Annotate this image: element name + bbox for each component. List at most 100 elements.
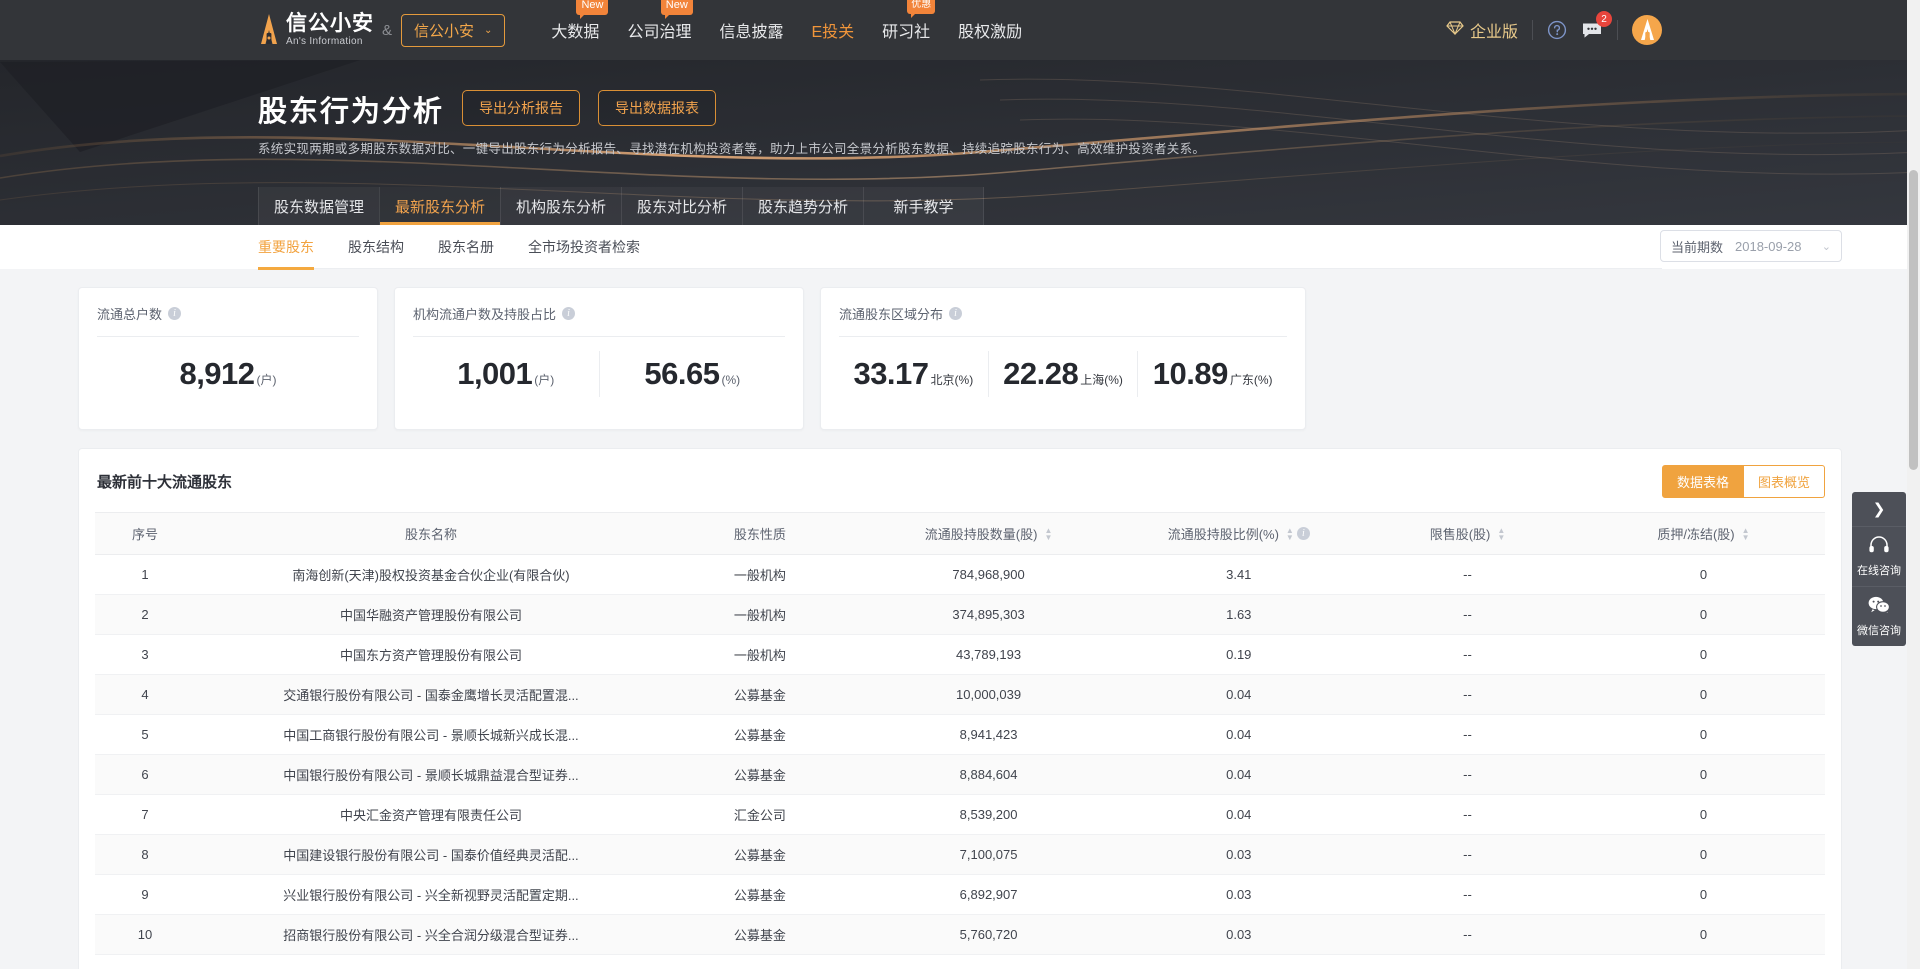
cell-shares-ratio: 3.41 [1124, 554, 1354, 595]
enterprise-edition-button[interactable]: 企业版 [1446, 18, 1518, 42]
cell-shareholder-name: 交通银行股份有限公司 - 国泰金鹰增长灵活配置混... [195, 674, 667, 715]
table-row[interactable]: 10 招商银行股份有限公司 - 兴全合润分级混合型证券... 公募基金 5,76… [95, 914, 1825, 955]
vertical-scrollbar-track[interactable] [1907, 0, 1920, 969]
info-icon[interactable]: i [168, 307, 182, 320]
period-selector[interactable]: 当前期数 2018-09-28 ⌄ [1660, 230, 1842, 262]
table-row[interactable]: 6 中国银行股份有限公司 - 景顺长城鼎益混合型证券... 公募基金 8,884… [95, 754, 1825, 795]
info-icon[interactable]: i [1296, 527, 1310, 540]
subtab-market-investor-search[interactable]: 全市场投资者检索 [528, 225, 640, 269]
table-row[interactable]: 3 中国东方资产管理股份有限公司 一般机构 43,789,193 0.19 --… [95, 634, 1825, 675]
column-label: 流通股持股数量(股) [924, 527, 1038, 542]
cell-shareholder-type: 汇金公司 [666, 794, 853, 835]
period-value: 2018-09-28 [1735, 238, 1802, 254]
chevron-down-icon: ⌄ [1821, 240, 1831, 253]
export-analysis-report-button[interactable]: 导出分析报告 [462, 90, 581, 126]
metric-unit: (%) [721, 373, 741, 387]
column-header-shareholder-name: 股东名称 [195, 512, 667, 555]
view-mode-chart-button[interactable]: 图表概览 [1743, 465, 1825, 498]
product-select[interactable]: 信公小安 ⌄ [401, 13, 506, 47]
messages-icon[interactable]: 2 [1581, 11, 1612, 40]
column-header-restricted-shares[interactable]: 限售股(股) ▲ ▼ [1353, 512, 1582, 555]
cell-restricted-shares: -- [1353, 914, 1582, 955]
export-data-report-button[interactable]: 导出数据报表 [598, 90, 717, 126]
tab-beginner-tutorial[interactable]: 新手教学 [863, 187, 984, 225]
info-icon[interactable]: i [949, 307, 963, 320]
menu-item-governance[interactable]: New 公司治理 [625, 0, 693, 46]
cell-shareholder-type: 公募基金 [666, 754, 853, 795]
menu-item-label: 公司治理 [627, 24, 692, 41]
column-header-shares-ratio[interactable]: 流通股持股比例(%) ▲ ▼ i [1124, 512, 1354, 555]
nav-divider [1532, 20, 1533, 40]
sort-icon[interactable]: ▲ ▼ [1742, 526, 1750, 541]
metric-value: 33.17 [853, 356, 929, 391]
menu-item-equity-incentive[interactable]: 股权激励 [956, 14, 1024, 46]
cell-shareholder-type: 一般机构 [666, 634, 853, 675]
table-row[interactable]: 4 交通银行股份有限公司 - 国泰金鹰增长灵活配置混... 公募基金 10,00… [95, 674, 1825, 715]
info-icon[interactable]: i [562, 307, 576, 320]
table-row[interactable]: 7 中央汇金资产管理有限责任公司 汇金公司 8,539,200 0.04 -- … [95, 794, 1825, 835]
sort-icon[interactable]: ▲ ▼ [1044, 526, 1052, 541]
rail-item-online-consult[interactable]: 在线咨询 [1852, 526, 1906, 586]
help-icon[interactable] [1547, 20, 1567, 40]
table-row[interactable]: 8 中国建设银行股份有限公司 - 国泰价值经典灵活配... 公募基金 7,100… [95, 834, 1825, 875]
table-body: 1 南海创新(天津)股权投资基金合伙企业(有限合伙) 一般机构 784,968,… [95, 554, 1825, 955]
metric: 33.17 北京(%) [839, 356, 988, 392]
column-header-shares-held[interactable]: 流通股持股数量(股) ▲ ▼ [852, 512, 1125, 555]
tab-shareholder-trend-analysis[interactable]: 股东趋势分析 [742, 187, 863, 225]
cell-shares-held: 10,000,039 [852, 674, 1125, 715]
hero-inner: 股东行为分析 导出分析报告 导出数据报表 系统实现两期或多期股东数据对比、一键导… [180, 60, 1740, 225]
top-nav-inner: 信公小安 An's Information & 信公小安 ⌄ New 大数据 N… [180, 0, 1740, 60]
card-title-label: 流通总户数 [97, 307, 163, 322]
table-header: 序号 股东名称 股东性质 流通股持股数量(股) ▲ ▼ 流通股持股比例(%) ▲… [95, 512, 1825, 555]
card-institutional-accounts-and-ratio: 机构流通户数及持股占比 i 1,001 (户) 56.65 (%) [394, 287, 804, 430]
product-select-label: 信公小安 [414, 22, 475, 40]
cell-shareholder-name: 兴业银行股份有限公司 - 兴全新视野灵活配置定期... [195, 874, 667, 915]
ampersand-separator: & [382, 21, 393, 39]
cell-pledged-frozen: 0 [1581, 634, 1825, 675]
menu-item-disclosure[interactable]: 信息披露 [717, 14, 785, 46]
cell-index: 2 [95, 594, 196, 635]
table-row[interactable]: 2 中国华融资产管理股份有限公司 一般机构 374,895,303 1.63 -… [95, 594, 1825, 635]
brand-name-cn: 信公小安 [286, 12, 374, 35]
cell-shares-ratio: 0.03 [1124, 834, 1354, 875]
rail-item-label: 微信咨询 [1857, 625, 1901, 637]
menu-item-e-ir[interactable]: E投关 [809, 14, 856, 46]
subtab-important-shareholders[interactable]: 重要股东 [258, 225, 314, 270]
column-header-pledged-frozen[interactable]: 质押/冻结(股) ▲ ▼ [1581, 512, 1825, 555]
tab-shareholder-data-management[interactable]: 股东数据管理 [258, 187, 379, 225]
subtab-shareholder-register[interactable]: 股东名册 [438, 225, 494, 269]
rail-expand-button[interactable]: ❯ [1852, 492, 1906, 526]
menu-item-workshop[interactable]: 优惠 研习社 [880, 0, 936, 46]
tab-shareholder-comparison-analysis[interactable]: 股东对比分析 [621, 187, 742, 225]
metric: 56.65 (%) [600, 356, 786, 392]
sort-icon[interactable]: ▲ ▼ [1497, 526, 1505, 541]
rail-item-wechat-consult[interactable]: 微信咨询 [1852, 586, 1906, 646]
brand-logo[interactable]: 信公小安 An's Information [258, 13, 374, 47]
subtab-shareholder-structure[interactable]: 股东结构 [348, 225, 404, 269]
table-row[interactable]: 1 南海创新(天津)股权投资基金合伙企业(有限合伙) 一般机构 784,968,… [95, 554, 1825, 595]
tab-latest-shareholder-analysis[interactable]: 最新股东分析 [379, 187, 500, 225]
menu-item-bigdata[interactable]: New 大数据 [549, 0, 609, 46]
period-label: 当前期数 [1671, 239, 1724, 255]
metric-value: 22.28 [1003, 356, 1079, 391]
metric: 1,001 (户) [413, 356, 599, 392]
hero-banner: 股东行为分析 导出分析报告 导出数据报表 系统实现两期或多期股东数据对比、一键导… [0, 60, 1920, 225]
view-mode-table-button[interactable]: 数据表格 [1661, 465, 1744, 498]
vertical-scrollbar-thumb[interactable] [1909, 170, 1918, 470]
cell-index: 7 [95, 794, 196, 835]
cell-restricted-shares: -- [1353, 554, 1582, 595]
table-row[interactable]: 5 中国工商银行股份有限公司 - 景顺长城新兴成长混... 公募基金 8,941… [95, 714, 1825, 755]
card-title: 流通股东区域分布 i [839, 304, 1287, 323]
card-total-circulating-accounts: 流通总户数 i 8,912 (户) [78, 287, 378, 430]
card-regional-distribution: 流通股东区域分布 i 33.17 北京(%) 22.28 上海(%) 10.89… [820, 287, 1306, 430]
menu-item-label: 研习社 [882, 24, 931, 41]
table-row[interactable]: 9 兴业银行股份有限公司 - 兴全新视野灵活配置定期... 公募基金 6,892… [95, 874, 1825, 915]
avatar[interactable] [1632, 15, 1662, 45]
cell-shareholder-type: 一般机构 [666, 554, 853, 595]
cell-index: 5 [95, 714, 196, 755]
wechat-icon [1867, 596, 1891, 619]
sort-icon[interactable]: ▲ ▼ [1286, 526, 1294, 541]
tab-institutional-shareholder-analysis[interactable]: 机构股东分析 [500, 187, 621, 225]
message-count-badge: 2 [1596, 11, 1612, 27]
view-mode-toggle: 数据表格 图表概览 [1661, 465, 1825, 498]
